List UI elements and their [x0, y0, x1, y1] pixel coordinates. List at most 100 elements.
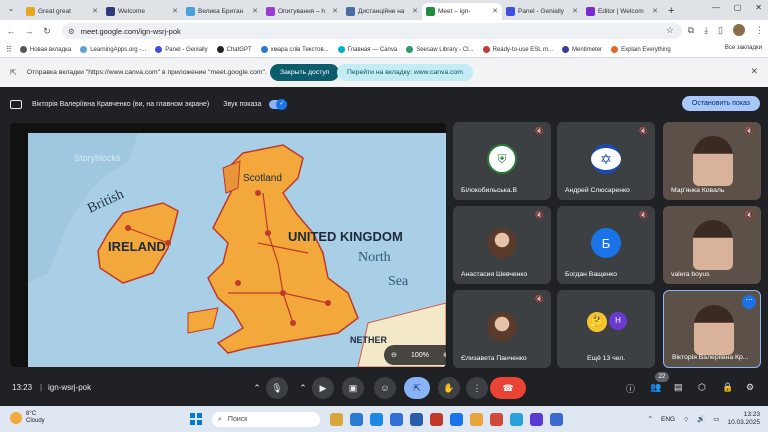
browser-tab[interactable]: Panel - Genially ✕: [502, 3, 582, 20]
app-icon[interactable]: [490, 413, 503, 426]
raise-hand-button[interactable]: ✋: [438, 377, 460, 399]
leave-call-button[interactable]: ☎: [490, 377, 526, 399]
bookmark-item[interactable]: Ready-to-use ESL m...: [482, 46, 553, 53]
minimize-icon[interactable]: —: [712, 3, 720, 12]
tab-close-icon[interactable]: ✕: [652, 7, 658, 15]
tab-close-icon[interactable]: ✕: [172, 7, 178, 15]
participant-tile[interactable]: 🔇 valera boyus: [663, 206, 761, 284]
bookmark-item[interactable]: LearningApps.org -...: [80, 46, 146, 53]
participant-tile[interactable]: 🔇 Єлизавета Панченко: [453, 290, 551, 368]
bookmark-star-icon[interactable]: ☆: [666, 25, 674, 36]
stop-access-button[interactable]: Закрыть доступ: [270, 64, 340, 81]
bookmark-item[interactable]: ChatGPT: [216, 46, 252, 53]
browser-tab[interactable]: Editor | Welcom ✕: [582, 3, 662, 20]
system-clock[interactable]: 13:23 10.03.2025: [727, 411, 760, 427]
bookmark-item[interactable]: Seesaw Library - Cl...: [406, 46, 474, 53]
participant-tile[interactable]: ⛨ 🔇 Білокобильська.В: [453, 122, 551, 200]
bookmark-item[interactable]: Новая вкладка: [19, 46, 71, 53]
start-icon[interactable]: [190, 413, 202, 425]
tab-close-icon[interactable]: ✕: [332, 7, 338, 15]
bookmark-item[interactable]: Panel - Genially: [155, 46, 208, 53]
participant-tile[interactable]: 🔇 Анастасия Шевченко: [453, 206, 551, 284]
bookmark-item[interactable]: хмара слів Текстов...: [260, 46, 329, 53]
opera-icon[interactable]: [430, 413, 443, 426]
more-options-button[interactable]: ⋮: [466, 377, 488, 399]
menu-icon[interactable]: ⋮: [755, 25, 764, 36]
extensions-icon[interactable]: ⧉: [688, 25, 694, 36]
audio-toggle[interactable]: ✓: [269, 98, 288, 110]
tab-search-icon[interactable]: ⌄: [4, 4, 18, 16]
new-tab-button[interactable]: +: [668, 5, 674, 17]
browser-tab[interactable]: Meet – ign- ✕: [422, 3, 502, 20]
site-info-icon[interactable]: ⚙: [68, 27, 75, 36]
wifi-icon[interactable]: ⌔: [683, 415, 689, 424]
bookmark-item[interactable]: Explain Everything: [611, 46, 671, 53]
present-button[interactable]: ⇱: [404, 377, 430, 399]
zoom-out-icon[interactable]: ⊖: [391, 351, 397, 359]
tile-options-icon[interactable]: ⋯: [742, 295, 756, 309]
profile-avatar[interactable]: [733, 24, 745, 36]
tab-close-icon[interactable]: ✕: [572, 7, 578, 15]
tab-close-icon[interactable]: ✕: [252, 7, 258, 15]
game-icon[interactable]: [470, 413, 483, 426]
more-participants-tile[interactable]: 🤔 Н Ещё 13 чел.: [557, 290, 655, 368]
tab-label: Editor | Welcom: [598, 8, 644, 15]
apps-icon[interactable]: ⠿: [6, 45, 12, 54]
tab-close-icon[interactable]: ✕: [92, 7, 98, 15]
url-bar[interactable]: ⚙ meet.google.com/ign-wsrj-pok ☆: [62, 23, 682, 39]
meeting-info-icon[interactable]: ⓘ: [626, 382, 635, 395]
emoji-button[interactable]: ☺: [374, 377, 396, 399]
outlook-icon[interactable]: [410, 413, 423, 426]
stop-presenting-button[interactable]: Остановить показ: [681, 96, 760, 111]
host-controls-icon[interactable]: 🔒: [722, 382, 733, 393]
bookmark-item[interactable]: Главная — Canva: [337, 46, 397, 53]
participant-tile[interactable]: Б 🔇 Богдан Ващенко: [557, 206, 655, 284]
browser-tab[interactable]: Опитування – h ✕: [262, 3, 342, 20]
forward-icon[interactable]: →: [20, 26, 38, 36]
viber-icon[interactable]: [530, 413, 543, 426]
zoom-in-icon[interactable]: ⊕: [443, 351, 446, 359]
participant-photo-avatar: [487, 312, 517, 342]
side-panel-icon[interactable]: ▯: [718, 25, 723, 36]
close-icon[interactable]: ✕: [750, 66, 758, 77]
video-options-icon[interactable]: ⌃: [292, 377, 314, 399]
tab-close-icon[interactable]: ✕: [412, 7, 418, 15]
chrome-icon[interactable]: [450, 413, 463, 426]
settings-icon[interactable]: ⚙: [746, 382, 754, 393]
microphone-button[interactable]: 🎙: [266, 377, 288, 399]
download-icon[interactable]: ⤓: [704, 25, 708, 36]
tab-close-icon[interactable]: ✕: [492, 7, 498, 15]
edge-icon[interactable]: [350, 413, 363, 426]
weather-widget[interactable]: 8°C Cloudy: [10, 411, 45, 425]
messenger-icon[interactable]: [550, 413, 563, 426]
battery-icon[interactable]: ▭: [713, 415, 719, 423]
browser-tab[interactable]: Welcome ✕: [102, 3, 182, 20]
audio-options-icon[interactable]: ⌃: [246, 377, 268, 399]
file-explorer-icon[interactable]: [330, 413, 343, 426]
participant-tile[interactable]: ⋯ Вікторія Валеріївна Кр...: [663, 290, 761, 368]
browser-tab[interactable]: Great great ✕: [22, 3, 102, 20]
back-icon[interactable]: ←: [2, 26, 20, 36]
captions-button[interactable]: ▣: [342, 377, 364, 399]
people-icon[interactable]: 👥: [650, 382, 661, 393]
word-icon[interactable]: [390, 413, 403, 426]
bookmark-item[interactable]: Mentimeter: [562, 46, 602, 53]
telegram-icon[interactable]: [510, 413, 523, 426]
chat-icon[interactable]: ▤: [674, 382, 683, 393]
participant-tile[interactable]: 🔇 Мар'янка Коваль: [663, 122, 761, 200]
all-bookmarks[interactable]: Все закладки: [725, 45, 762, 51]
reload-icon[interactable]: ↻: [38, 26, 56, 37]
language-indicator[interactable]: ENG: [661, 416, 675, 423]
switch-tab-button[interactable]: Перейти на вкладку: www.canva.com: [337, 64, 473, 81]
browser-tab[interactable]: Велика Британ ✕: [182, 3, 262, 20]
taskbar-search[interactable]: ⌕ Поиск: [212, 412, 320, 427]
camera-button[interactable]: ▶: [312, 377, 334, 399]
activities-icon[interactable]: ⬡: [698, 382, 706, 393]
store-icon[interactable]: [370, 413, 383, 426]
close-window-icon[interactable]: ✕: [755, 3, 762, 12]
volume-icon[interactable]: 🔊: [697, 415, 705, 423]
maximize-icon[interactable]: ▢: [734, 3, 742, 12]
browser-tab[interactable]: Дистанційне на ✕: [342, 3, 422, 20]
participant-tile[interactable]: ✡ 🔇 Андрей Слюсаренко: [557, 122, 655, 200]
tray-chevron-icon[interactable]: ⌃: [648, 415, 653, 423]
